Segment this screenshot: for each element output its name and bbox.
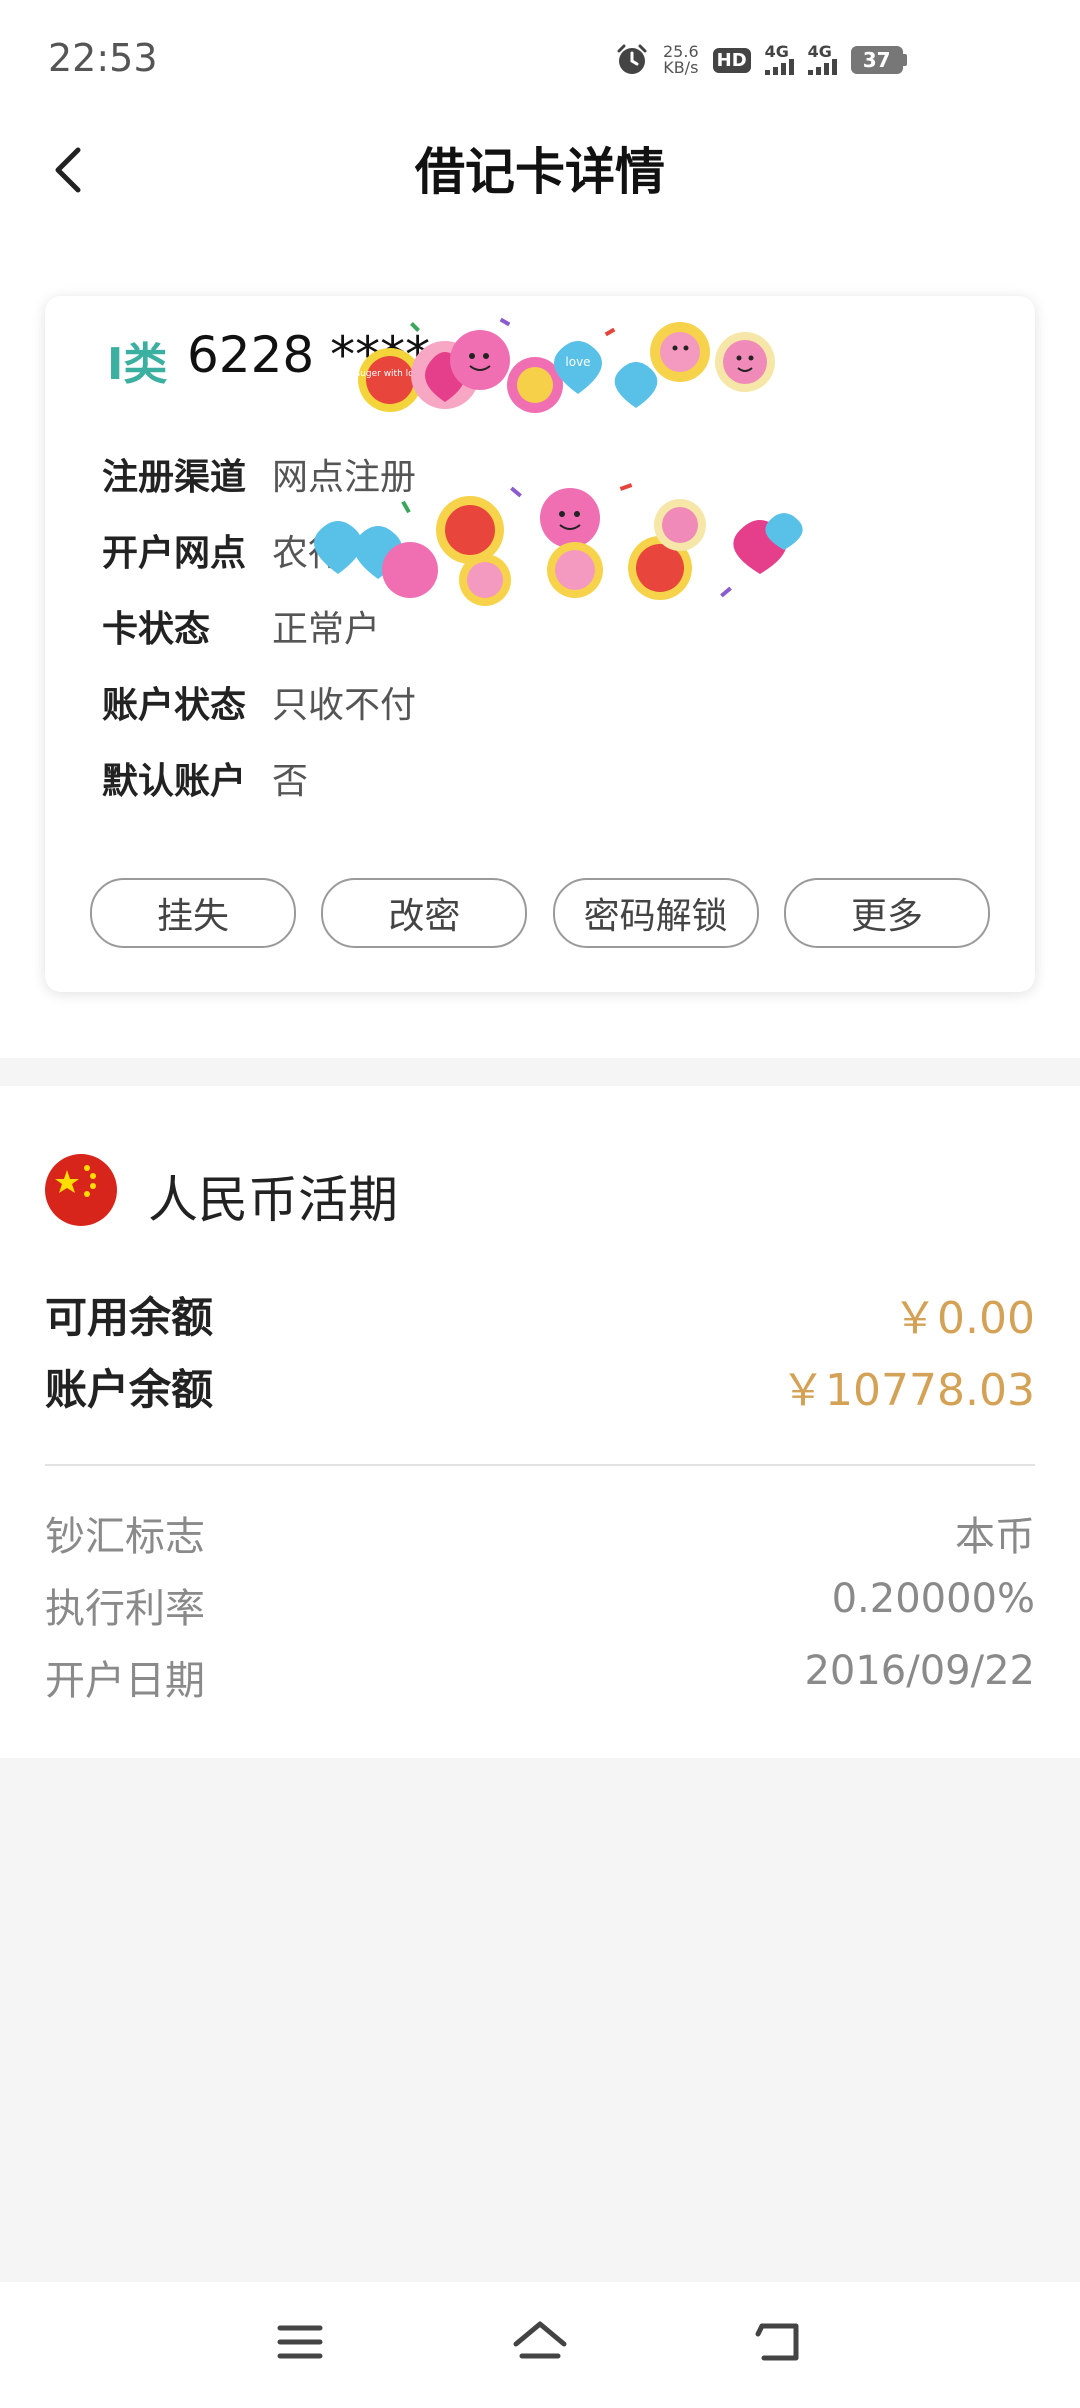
account-balance-value: ￥10778.03: [781, 1365, 1035, 1416]
available-balance-row: 可用余额 ￥0.00: [45, 1282, 1035, 1346]
info-row-currency-flag: 钞汇标志 本币: [45, 1504, 1035, 1562]
row-value: 网点注册: [272, 457, 417, 498]
row-label: 默认账户: [102, 761, 247, 802]
return-icon[interactable]: [750, 2312, 810, 2372]
status-time: 22:53: [48, 36, 158, 80]
signal-2: 4G: [807, 42, 837, 75]
info-value: 0.20000%: [831, 1576, 1035, 1622]
info-row-open-date: 开户日期 2016/09/22: [45, 1648, 1035, 1706]
account-balance-row: 账户余额 ￥10778.03: [45, 1354, 1035, 1418]
network-speed: 25.6 KB/s: [663, 44, 699, 76]
info-label: 执行利率: [45, 1586, 205, 1632]
available-balance-label: 可用余额: [45, 1292, 214, 1342]
info-row-branch: 开户网点 农行: [102, 520, 344, 580]
row-label: 账户状态: [102, 685, 247, 726]
card-class-badge: I类: [107, 339, 168, 390]
account-section: 人民币活期 可用余额 ￥0.00 账户余额 ￥10778.03 钞汇标志 本币 …: [0, 1086, 1080, 1758]
hd-badge: HD: [712, 47, 751, 73]
signal-1: 4G: [764, 42, 794, 75]
info-row-interest-rate: 执行利率 0.20000%: [45, 1576, 1035, 1634]
unlock-password-button[interactable]: 密码解锁: [552, 878, 759, 948]
info-label: 钞汇标志: [45, 1514, 205, 1560]
status-bar: 22:53 25.6 KB/s HD 4G 4G 37: [0, 0, 1080, 120]
row-value: 否: [272, 761, 309, 802]
row-label: 卡状态: [102, 609, 211, 650]
info-row-register-channel: 注册渠道 网点注册: [102, 444, 416, 504]
card-number: 6228 ****: [187, 326, 431, 384]
info-value: 2016/09/22: [804, 1648, 1035, 1694]
info-row-card-status: 卡状态 正常户: [102, 596, 380, 656]
speed-unit: KB/s: [663, 58, 699, 77]
alarm-icon: [617, 44, 647, 74]
signal-1-label: 4G: [764, 42, 789, 61]
account-type-title: 人民币活期: [148, 1171, 398, 1229]
page-title: 借记卡详情: [415, 143, 665, 201]
row-label: 注册渠道: [102, 457, 247, 498]
battery-level: 37: [850, 46, 903, 74]
home-icon[interactable]: [510, 2312, 570, 2372]
account-balance-label: 账户余额: [45, 1364, 214, 1414]
report-loss-button[interactable]: 挂失: [90, 878, 296, 948]
china-flag-icon: [45, 1154, 117, 1226]
menu-icon[interactable]: [270, 2312, 330, 2372]
info-value: 本币: [955, 1514, 1035, 1560]
signal-2-label: 4G: [807, 42, 832, 61]
info-label: 开户日期: [45, 1658, 205, 1704]
signal-2-bars-icon: [807, 59, 837, 75]
change-password-button[interactable]: 改密: [321, 878, 528, 948]
back-arrow-icon[interactable]: [40, 140, 100, 200]
row-label: 开户网点: [102, 533, 247, 574]
info-row-default-account: 默认账户 否: [102, 748, 308, 808]
row-value: 只收不付: [272, 685, 417, 726]
card-action-buttons: 挂失 改密 密码解锁 更多: [90, 878, 990, 948]
info-row-account-status: 账户状态 只收不付: [102, 672, 416, 732]
row-value: 农行: [272, 533, 345, 574]
battery-icon: 37: [850, 46, 907, 74]
row-value: 正常户: [272, 609, 381, 650]
debit-card-panel: I类 6228 **** 注册渠道 网点注册 开户网点 农行 卡状态 正常户 账…: [45, 296, 1035, 992]
divider: [45, 1464, 1035, 1466]
more-button[interactable]: 更多: [783, 878, 990, 948]
signal-1-bars-icon: [764, 59, 794, 75]
status-icons: 25.6 KB/s HD 4G 4G 37: [615, 40, 907, 80]
system-navigation-bar: [0, 2282, 1080, 2408]
available-balance-value: ￥0.00: [893, 1293, 1035, 1344]
